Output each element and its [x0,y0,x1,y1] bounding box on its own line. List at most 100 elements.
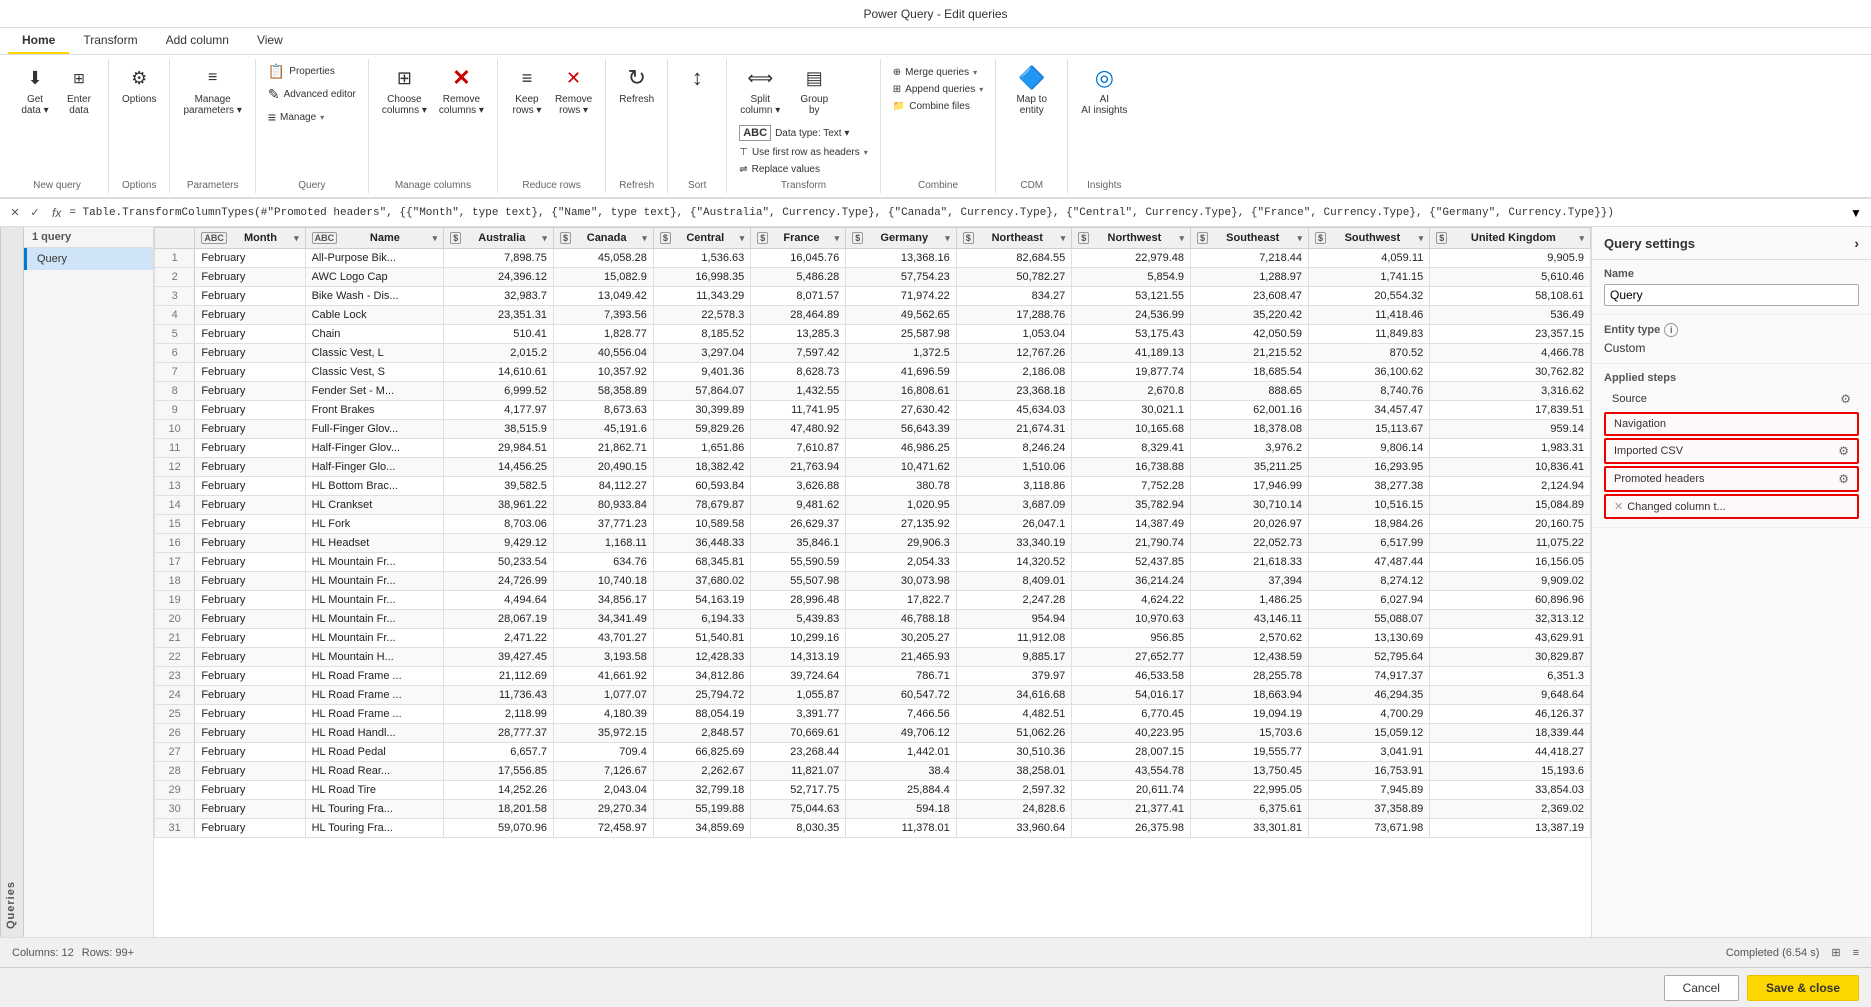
table-row[interactable]: 7FebruaryClassic Vest, S14,610.6110,357.… [155,363,1591,382]
table-row[interactable]: 13FebruaryHL Bottom Brac...39,582.584,11… [155,477,1591,496]
applied-step-imported-csv[interactable]: Imported CSV⚙ [1604,438,1859,464]
table-row[interactable]: 2FebruaryAWC Logo Cap24,396.1215,082.916… [155,268,1591,287]
refresh-button[interactable]: ↻ Refresh [614,61,659,108]
table-row[interactable]: 17FebruaryHL Mountain Fr...50,233.54634.… [155,553,1591,572]
table-row[interactable]: 30FebruaryHL Touring Fra...18,201.5829,2… [155,800,1591,819]
advanced-editor-button[interactable]: ✎ Advanced editor [264,84,360,105]
col-header-central[interactable]: $ Central ▾ [653,228,750,249]
list-view-icon[interactable]: ≡ [1853,947,1859,959]
data-grid-container[interactable]: ABC Month ▾ ABC Name ▾ $ Australia ▾ $ C… [154,227,1591,937]
col-header-southwest[interactable]: $ Southwest ▾ [1309,228,1430,249]
formula-check-button[interactable]: ✓ [26,204,44,222]
table-row[interactable]: 26FebruaryHL Road Handl...28,777.3735,97… [155,724,1591,743]
table-row[interactable]: 19FebruaryHL Mountain Fr...4,494.6434,85… [155,591,1591,610]
ai-insights-button[interactable]: ◎ AIAI insights [1076,61,1132,119]
applied-step-navigation[interactable]: Navigation [1604,412,1859,436]
table-row[interactable]: 25FebruaryHL Road Frame ...2,118.994,180… [155,705,1591,724]
table-row[interactable]: 14FebruaryHL Crankset38,961.2280,933.847… [155,496,1591,515]
table-row[interactable]: 28FebruaryHL Road Rear...17,556.857,126.… [155,762,1591,781]
table-row[interactable]: 8FebruaryFender Set - M...6,999.5258,358… [155,382,1591,401]
col-header-southeast[interactable]: $ Southeast ▾ [1191,228,1309,249]
table-row[interactable]: 16FebruaryHL Headset9,429.121,168.1136,4… [155,534,1591,553]
col-filter-icon[interactable]: ▾ [1419,233,1424,244]
table-row[interactable]: 4FebruaryCable Lock23,351.317,393.5622,5… [155,306,1591,325]
properties-button[interactable]: 📋 Properties [264,61,360,82]
col-header-australia[interactable]: $ Australia ▾ [444,228,554,249]
table-row[interactable]: 12FebruaryHalf-Finger Glo...14,456.2520,… [155,458,1591,477]
applied-step-source[interactable]: Source⚙ [1604,388,1859,410]
tab-view[interactable]: View [243,28,297,54]
get-data-button[interactable]: ⬇ Getdata ▾ [14,61,56,119]
table-row[interactable]: 5FebruaryChain510.411,828.778,185.5213,2… [155,325,1591,344]
applied-step-changed-column-t...[interactable]: ✕Changed column t... [1604,494,1859,519]
manage-button[interactable]: ≡ Manage ▾ [264,107,360,127]
col-header-united-kingdom[interactable]: $ United Kingdom ▾ [1430,228,1591,249]
table-row[interactable]: 6FebruaryClassic Vest, L2,015.240,556.04… [155,344,1591,363]
table-row[interactable]: 21FebruaryHL Mountain Fr...2,471.2243,70… [155,629,1591,648]
enter-data-button[interactable]: ⊞ Enterdata [58,61,100,119]
grid-view-icon[interactable]: ⊞ [1831,946,1840,959]
table-row[interactable]: 24FebruaryHL Road Frame ...11,736.431,07… [155,686,1591,705]
query-name-input[interactable] [1604,284,1859,306]
formula-expand-button[interactable]: ▼ [1847,204,1865,222]
col-filter-icon[interactable]: ▾ [642,233,647,244]
col-filter-icon[interactable]: ▾ [1180,233,1185,244]
query-item[interactable]: Query [24,248,153,270]
table-row[interactable]: 23FebruaryHL Road Frame ...21,112.6941,6… [155,667,1591,686]
applied-step-promoted-headers[interactable]: Promoted headers⚙ [1604,466,1859,492]
col-filter-icon[interactable]: ▾ [1297,233,1302,244]
col-filter-icon[interactable]: ▾ [945,233,950,244]
combine-files-button[interactable]: 📁 Combine files [889,99,974,114]
table-row[interactable]: 18FebruaryHL Mountain Fr...24,726.9910,7… [155,572,1591,591]
manage-parameters-button[interactable]: ≡ Manageparameters ▾ [178,61,246,119]
table-row[interactable]: 29FebruaryHL Road Tire14,252.262,043.043… [155,781,1591,800]
col-filter-icon[interactable]: ▾ [835,233,840,244]
merge-queries-button[interactable]: ⊕ Merge queries ▾ [889,65,981,80]
keep-rows-button[interactable]: ≡ Keeprows ▾ [506,61,548,119]
use-first-row-button[interactable]: ⊤ Use first row as headers ▾ [735,145,872,160]
sort-button[interactable]: ↕ [676,61,718,97]
replace-values-button[interactable]: ⇌ Replace values [735,162,872,177]
col-header-france[interactable]: $ France ▾ [751,228,846,249]
step-gear-icon[interactable]: ⚙ [1838,444,1849,458]
col-filter-icon[interactable]: ▾ [740,233,745,244]
table-row[interactable]: 3FebruaryBike Wash - Dis...32,983.713,04… [155,287,1591,306]
remove-columns-button[interactable]: ✕ Removecolumns ▾ [434,61,489,119]
col-header-canada[interactable]: $ Canada ▾ [553,228,653,249]
table-row[interactable]: 10FebruaryFull-Finger Glov...38,515.945,… [155,420,1591,439]
save-close-button[interactable]: Save & close [1747,975,1859,1001]
remove-rows-button[interactable]: ✕ Removerows ▾ [550,61,597,119]
col-filter-icon[interactable]: ▾ [433,233,438,244]
table-row[interactable]: 27FebruaryHL Road Pedal6,657.7709.466,82… [155,743,1591,762]
col-filter-icon[interactable]: ▾ [294,233,299,244]
tab-home[interactable]: Home [8,28,69,54]
table-row[interactable]: 11FebruaryHalf-Finger Glov...29,984.5121… [155,439,1591,458]
table-row[interactable]: 22FebruaryHL Mountain H...39,427.453,193… [155,648,1591,667]
group-by-button[interactable]: ▤ Groupby [789,61,839,119]
col-header-germany[interactable]: $ Germany ▾ [846,228,957,249]
col-filter-icon[interactable]: ▾ [542,233,547,244]
col-filter-icon[interactable]: ▾ [1579,233,1584,244]
tab-transform[interactable]: Transform [69,28,151,54]
append-queries-button[interactable]: ⊞ Append queries ▾ [889,82,987,97]
options-button[interactable]: ⚙ Options [117,61,161,108]
step-gear-icon[interactable]: ⚙ [1838,472,1849,486]
table-row[interactable]: 31FebruaryHL Touring Fra...59,070.9672,4… [155,819,1591,838]
col-filter-icon[interactable]: ▾ [1061,233,1066,244]
col-header-month[interactable]: ABC Month ▾ [195,228,305,249]
formula-input[interactable]: = Table.TransformColumnTypes(#"Promoted … [69,207,1843,219]
table-row[interactable]: 20FebruaryHL Mountain Fr...28,067.1934,3… [155,610,1591,629]
choose-columns-button[interactable]: ⊞ Choosecolumns ▾ [377,61,432,119]
col-header-northeast[interactable]: $ Northeast ▾ [956,228,1071,249]
entity-type-info-icon[interactable]: i [1664,323,1678,337]
data-type-button[interactable]: ABC Data type: Text ▾ [735,123,872,143]
step-gear-icon[interactable]: ⚙ [1840,392,1851,406]
col-header-northwest[interactable]: $ Northwest ▾ [1072,228,1191,249]
tab-add-column[interactable]: Add column [152,28,243,54]
table-row[interactable]: 9FebruaryFront Brakes4,177.978,673.6330,… [155,401,1591,420]
right-panel-close-button[interactable]: › [1854,235,1859,251]
table-row[interactable]: 15FebruaryHL Fork8,703.0637,771.2310,589… [155,515,1591,534]
col-header-name[interactable]: ABC Name ▾ [305,228,444,249]
step-delete-icon[interactable]: ✕ [1614,500,1623,513]
split-column-button[interactable]: ⟺ Splitcolumn ▾ [735,61,785,119]
